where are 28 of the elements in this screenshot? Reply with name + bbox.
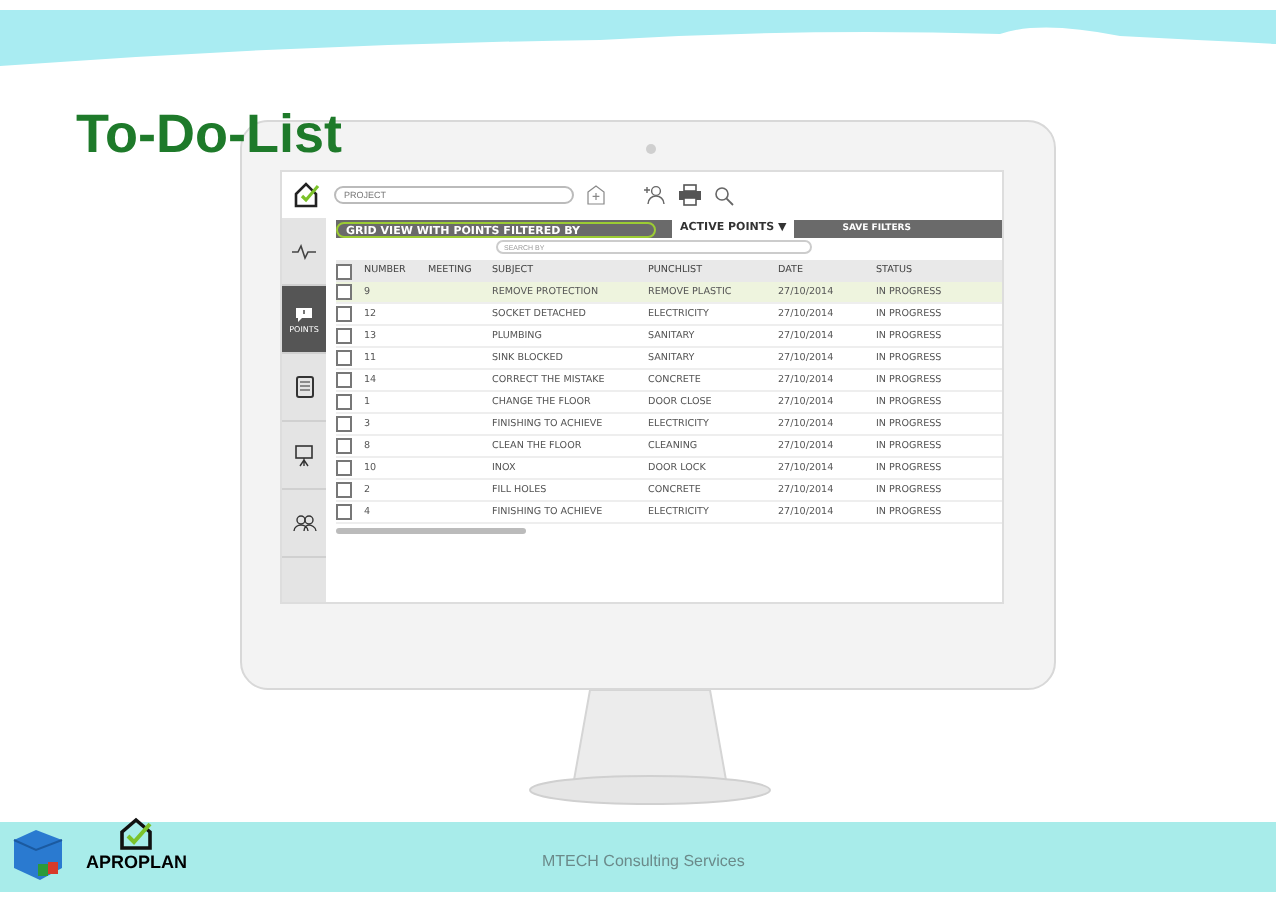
row-checkbox[interactable] (336, 460, 352, 476)
scrollbar[interactable] (336, 528, 526, 534)
search-icon[interactable] (714, 185, 734, 205)
people-icon[interactable] (642, 184, 666, 206)
slide-title: To-Do-List (76, 104, 342, 166)
row-checkbox[interactable] (336, 284, 352, 300)
brand-name: APROPLAN (86, 851, 188, 871)
row-checkbox[interactable] (336, 328, 352, 344)
row-checkbox[interactable] (336, 350, 352, 366)
row-checkbox[interactable] (336, 394, 352, 410)
row-checkbox[interactable] (336, 416, 352, 432)
footer-text: MTECH Consulting Services (542, 852, 745, 870)
row-checkbox[interactable] (336, 482, 352, 498)
document-icon (295, 376, 313, 398)
row-checkbox[interactable] (336, 438, 352, 454)
presentation-icon (294, 443, 314, 467)
row-checkbox[interactable] (336, 372, 352, 388)
pulse-icon (292, 243, 316, 259)
house-check-icon (294, 182, 322, 208)
people-icon (291, 514, 317, 532)
add-icon[interactable] (586, 184, 606, 206)
row-checkbox[interactable] (336, 504, 352, 520)
camera-dot (646, 144, 656, 154)
printer-icon[interactable] (678, 184, 702, 206)
house-check-icon (118, 815, 155, 851)
row-checkbox[interactable] (336, 306, 352, 322)
speech-bubble-icon (294, 305, 314, 323)
select-all-checkbox[interactable] (336, 263, 352, 279)
